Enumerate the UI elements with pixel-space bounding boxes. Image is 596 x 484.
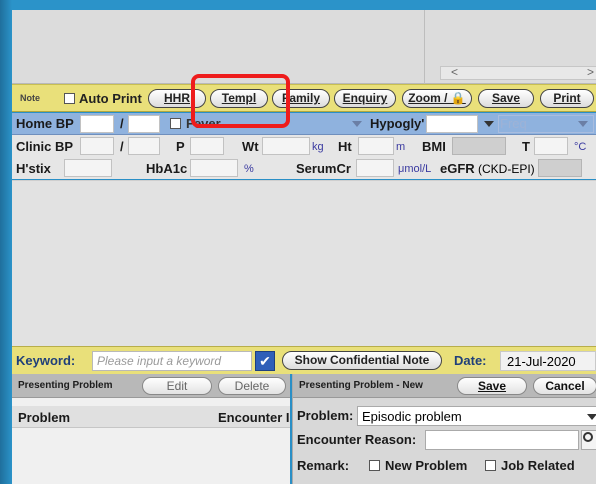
temperature-label: T [522, 139, 530, 154]
zoom-button[interactable]: Zoom / 🔒 [402, 89, 472, 108]
presenting-problem-panel: Presenting Problem Edit Delete Problem E… [12, 374, 290, 484]
encounter-reason-input[interactable] [425, 430, 579, 450]
m-unit: m [396, 141, 406, 153]
print-button[interactable]: Print [540, 89, 594, 108]
hypogly-select[interactable] [426, 115, 478, 133]
temperature-input[interactable] [534, 137, 568, 155]
scroll-left-icon[interactable]: < [451, 65, 458, 79]
hba1c-input[interactable] [190, 159, 238, 177]
percent-unit: % [244, 163, 254, 175]
delete-button[interactable]: Delete [218, 377, 286, 395]
home-bp-label: Home BP [16, 116, 74, 131]
pulse-input[interactable] [190, 137, 224, 155]
enquiry-button[interactable]: Enquiry [334, 89, 396, 108]
serumcr-input[interactable] [356, 159, 394, 177]
problem-list-header: Problem Encounter I [12, 406, 290, 428]
keyword-input[interactable]: Please input a keyword [92, 351, 252, 371]
col-problem[interactable]: Problem [18, 410, 70, 425]
save-button[interactable]: Save [478, 89, 534, 108]
serumcr-label: SerumCr [296, 161, 351, 176]
pulse-label: P [176, 139, 185, 154]
date-label: Date: [454, 353, 487, 368]
encounter-search-icon[interactable] [581, 430, 596, 450]
presenting-problem-new-panel: Presenting Problem - New Save Cancel Pro… [292, 374, 596, 484]
cancel-button[interactable]: Cancel [533, 377, 596, 395]
highlight-annotation [191, 74, 290, 128]
date-field[interactable]: 21-Jul-2020 [500, 351, 596, 371]
hypogly-dropdown-icon[interactable] [484, 121, 494, 127]
note-label: Note [20, 93, 40, 103]
problem-label: Problem: [297, 408, 354, 423]
height-input[interactable] [358, 137, 394, 155]
egfr-label: eGFR [440, 161, 475, 176]
home-bp-systolic-input[interactable] [80, 115, 114, 133]
fever-checkbox[interactable] [170, 118, 181, 129]
clinic-bp-label: Clinic BP [16, 139, 74, 154]
new-save-button[interactable]: Save [457, 377, 527, 395]
dropdown-arrow-icon[interactable] [352, 121, 362, 127]
lab-row: H'stix HbA1c % SerumCr μmol/L eGFR (CKD-… [12, 157, 596, 179]
home-bp-row: Home BP / Fever Hypogly' Freq [12, 113, 596, 135]
new-problem-checkbox[interactable] [369, 460, 380, 471]
clinical-notes-textarea[interactable] [12, 180, 596, 346]
keyword-label: Keyword: [16, 353, 76, 368]
weight-label: Wt [242, 139, 259, 154]
hba1c-label: HbA1c [146, 161, 188, 176]
horizontal-scrollbar[interactable]: < > [440, 65, 596, 80]
pane-divider[interactable] [424, 10, 425, 84]
job-related-label: Job Related [501, 458, 575, 473]
freq-dropdown-icon[interactable] [578, 121, 588, 127]
home-bp-diastolic-input[interactable] [128, 115, 160, 133]
bmi-value [452, 137, 506, 155]
encounter-reason-label: Encounter Reason: [297, 432, 417, 447]
egfr-method: (CKD-EPI) [478, 162, 535, 176]
upper-pane: < > [12, 10, 596, 84]
bp-slash-2: / [120, 139, 124, 154]
presenting-problem-header: Presenting Problem Edit Delete [12, 374, 290, 398]
height-label: Ht [338, 139, 352, 154]
celsius-unit: °C [574, 141, 587, 153]
keyword-bar: Keyword: Please input a keyword ✔ Show C… [12, 346, 596, 374]
clinic-bp-diastolic-input[interactable] [128, 137, 160, 155]
presenting-problem-new-header: Presenting Problem - New Save Cancel [293, 374, 596, 398]
egfr-value [538, 159, 582, 177]
kg-unit: kg [312, 141, 324, 153]
hypogly-label: Hypogly' [370, 116, 425, 131]
clinic-bp-systolic-input[interactable] [80, 137, 114, 155]
job-related-checkbox[interactable] [485, 460, 496, 471]
auto-print-option[interactable]: Auto Print [64, 91, 142, 106]
problem-dropdown-icon[interactable] [587, 414, 596, 420]
auto-print-checkbox[interactable] [64, 93, 75, 104]
note-toolbar: Note Auto Print HHR Templ Family Enquiry… [12, 84, 596, 112]
bp-slash: / [120, 116, 124, 131]
new-problem-label: New Problem [385, 458, 468, 473]
col-encounter[interactable]: Encounter I [218, 410, 290, 425]
bmi-label: BMI [422, 139, 446, 154]
window-frame-left [0, 0, 12, 484]
keyword-search-icon[interactable]: ✔ [255, 351, 275, 371]
auto-print-label: Auto Print [79, 91, 142, 106]
scroll-right-icon[interactable]: > [587, 65, 594, 79]
problem-select[interactable]: Episodic problem [357, 406, 596, 426]
remark-label: Remark: [297, 458, 350, 473]
presenting-problem-new-title: Presenting Problem - New [299, 380, 423, 391]
hstix-label: H'stix [16, 161, 51, 176]
edit-button[interactable]: Edit [142, 377, 212, 395]
hstix-input[interactable] [64, 159, 112, 177]
show-confidential-note-button[interactable]: Show Confidential Note [282, 351, 442, 370]
weight-input[interactable] [262, 137, 310, 155]
clinic-bp-row: Clinic BP / P Wt kg Ht m BMI T °C [12, 135, 596, 157]
presenting-problem-title: Presenting Problem [18, 380, 113, 391]
umol-unit: μmol/L [398, 163, 432, 175]
window-frame-top [0, 0, 596, 10]
